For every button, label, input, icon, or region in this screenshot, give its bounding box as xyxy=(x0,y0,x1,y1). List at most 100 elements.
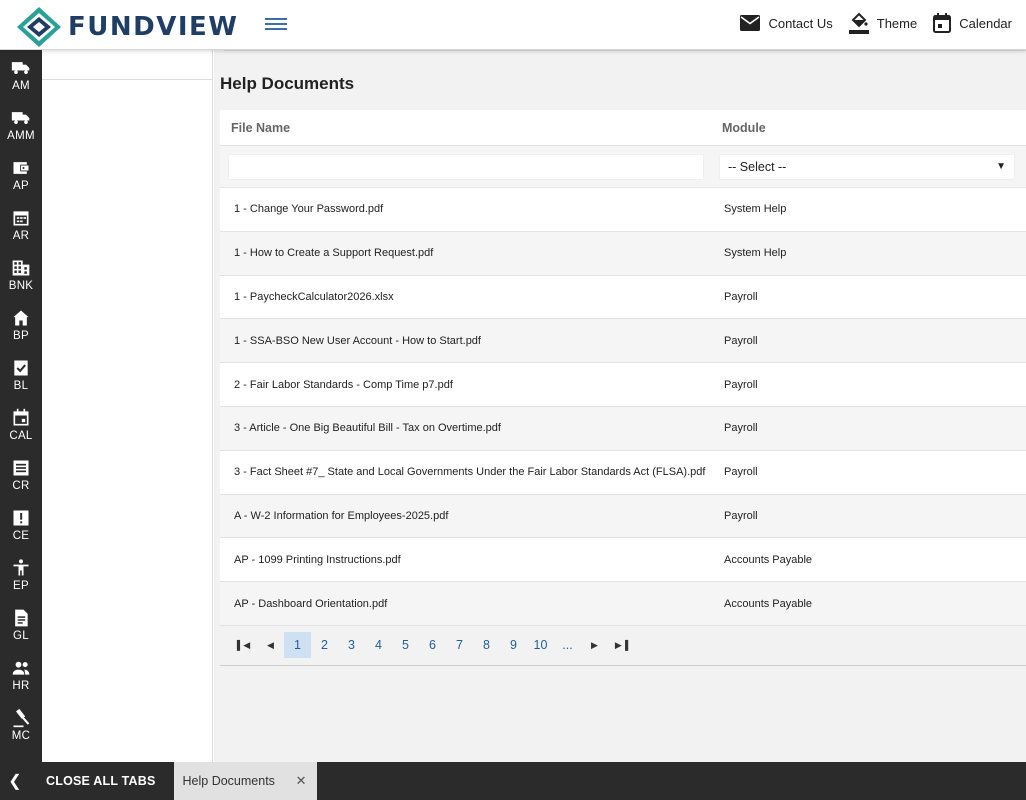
module-cell: System Help xyxy=(724,203,787,216)
page-number[interactable]: 8 xyxy=(473,632,500,658)
truck-icon xyxy=(11,112,30,124)
rail-item-ap[interactable]: AP xyxy=(0,150,42,200)
calendar-grid-icon xyxy=(13,211,29,226)
table-row[interactable]: AP - Dashboard Orientation.pdf Accounts … xyxy=(220,582,1026,626)
theme-label: Theme xyxy=(876,15,918,31)
home-icon xyxy=(13,310,29,326)
rail-item-gl[interactable]: GL xyxy=(0,600,42,650)
module-cell: Payroll xyxy=(724,509,758,522)
dropdown-caret-icon: ▼ xyxy=(996,161,1006,172)
page-number[interactable]: 9 xyxy=(500,632,527,658)
page-title: Help Documents xyxy=(220,74,355,93)
page-number[interactable]: 3 xyxy=(338,632,365,658)
help-documents-grid: File Name Module -- Select -- ▼ 1 - Chan… xyxy=(220,110,1026,666)
more-pages[interactable]: ... xyxy=(554,632,581,658)
page-number[interactable]: 4 xyxy=(365,632,392,658)
file-name-filter-input[interactable] xyxy=(228,153,704,180)
file-name-cell: 1 - How to Create a Support Request.pdf xyxy=(234,247,434,260)
page-number[interactable]: 7 xyxy=(446,632,473,658)
calendar-icon xyxy=(933,13,952,33)
file-name-cell: 3 - Fact Sheet #7_ State and Local Gover… xyxy=(234,466,706,479)
filter-row: -- Select -- ▼ xyxy=(220,146,1026,188)
rail-item-mc[interactable]: MC xyxy=(0,700,42,750)
module-cell: Payroll xyxy=(724,378,758,391)
table-row[interactable]: 1 - How to Create a Support Request.pdf … xyxy=(220,231,1026,276)
truck-icon xyxy=(11,62,30,74)
first-page-icon[interactable]: ▌◀ xyxy=(230,640,257,651)
checklist-icon xyxy=(14,360,28,376)
fundview-logo-icon xyxy=(17,7,61,47)
page-number-current[interactable]: 1 xyxy=(284,632,311,659)
rail-item-bnk[interactable]: BNK xyxy=(0,250,42,300)
module-cell: System Help xyxy=(724,247,787,260)
rail-item-bp[interactable]: BP xyxy=(0,300,42,350)
theme-link[interactable]: Theme xyxy=(848,12,918,34)
rail-item-ar[interactable]: AR xyxy=(0,200,42,250)
file-name-cell: 3 - Article - One Big Beautiful Bill - T… xyxy=(234,422,501,435)
brand-name: FUNDVIEW xyxy=(68,12,239,42)
file-name-cell: 1 - SSA-BSO New User Account - How to St… xyxy=(234,334,481,347)
file-name-cell: AP - Dashboard Orientation.pdf xyxy=(234,597,388,610)
people-icon xyxy=(12,661,30,675)
paint-bucket-icon xyxy=(848,12,869,34)
rail-item-hr[interactable]: HR xyxy=(0,650,42,700)
column-header-file-name[interactable]: File Name xyxy=(220,121,718,135)
table-row[interactable]: 2 - Fair Labor Standards - Comp Time p7.… xyxy=(220,363,1026,407)
calendar-link[interactable]: Calendar xyxy=(933,13,1012,33)
main-content: Help Documents File Name Module -- Selec… xyxy=(214,50,1026,762)
page-number[interactable]: 10 xyxy=(527,632,554,658)
module-rail: AM AMM AP AR BNK BP BL CAL CR CE EP GL H… xyxy=(0,50,42,762)
tab-help-documents[interactable]: Help Documents ✕ xyxy=(173,762,317,800)
table-row[interactable]: 3 - Article - One Big Beautiful Bill - T… xyxy=(220,406,1026,451)
rail-item-cr[interactable]: CR xyxy=(0,450,42,500)
rail-item-bl[interactable]: BL xyxy=(0,350,42,400)
calendar-label: Calendar xyxy=(959,15,1012,31)
next-page-icon[interactable]: ▶ xyxy=(581,640,608,651)
close-icon[interactable]: ✕ xyxy=(296,773,307,789)
close-all-tabs-button[interactable]: CLOSE ALL TABS xyxy=(30,774,172,788)
previous-page-icon[interactable]: ◀ xyxy=(257,640,284,651)
module-filter-select[interactable]: -- Select -- ▼ xyxy=(719,153,1015,180)
module-cell: Payroll xyxy=(724,422,758,435)
file-name-cell: 1 - PaycheckCalculator2026.xlsx xyxy=(234,290,394,303)
rail-item-ce[interactable]: CE xyxy=(0,500,42,550)
file-name-cell: 2 - Fair Labor Standards - Comp Time p7.… xyxy=(234,378,453,391)
calendar-icon xyxy=(13,408,29,426)
top-header: FUNDVIEW Contact Us Theme Calendar xyxy=(0,0,1026,50)
file-icon xyxy=(15,609,28,627)
page-number[interactable]: 5 xyxy=(392,632,419,658)
module-filter-value: -- Select -- xyxy=(728,159,787,174)
column-header-module[interactable]: Module xyxy=(718,121,1026,135)
table-row[interactable]: 3 - Fact Sheet #7_ State and Local Gover… xyxy=(220,451,1026,495)
page-number[interactable]: 2 xyxy=(311,632,338,658)
table-row[interactable]: A - W-2 Information for Employees-2025.p… xyxy=(220,494,1026,539)
rail-item-amm[interactable]: AMM xyxy=(0,100,42,150)
fundview-logo[interactable]: FUNDVIEW xyxy=(16,6,238,48)
collapse-arrow-icon[interactable]: ❮ xyxy=(0,762,30,800)
rail-item-cal[interactable]: CAL xyxy=(0,400,42,450)
module-cell: Payroll xyxy=(724,334,758,347)
pagination: ▌◀ ◀ 1 2 3 4 5 6 7 8 9 10 ... ▶ ▶▐ xyxy=(220,625,1026,666)
table-row[interactable]: 1 - PaycheckCalculator2026.xlsx Payroll xyxy=(220,276,1026,320)
grid-header: File Name Module xyxy=(220,110,1026,146)
rail-item-am[interactable]: AM xyxy=(0,50,42,100)
contact-us-link[interactable]: Contact Us xyxy=(740,15,833,31)
tree-divider xyxy=(42,79,212,80)
page-number[interactable]: 6 xyxy=(419,632,446,658)
person-icon xyxy=(13,559,29,576)
menu-toggle-button[interactable] xyxy=(265,15,287,35)
rail-item-ep[interactable]: EP xyxy=(0,550,42,600)
last-page-icon[interactable]: ▶▐ xyxy=(608,640,635,651)
file-name-cell: A - W-2 Information for Employees-2025.p… xyxy=(234,509,449,522)
table-row[interactable]: 1 - Change Your Password.pdf System Help xyxy=(220,188,1026,232)
table-row[interactable]: 1 - SSA-BSO New User Account - How to St… xyxy=(220,319,1026,364)
module-cell: Payroll xyxy=(724,290,758,303)
file-name-cell: 1 - Change Your Password.pdf xyxy=(234,203,384,216)
gavel-icon xyxy=(13,708,30,728)
bottom-tab-bar: ❮ CLOSE ALL TABS Help Documents ✕ xyxy=(0,762,1026,800)
module-cell: Payroll xyxy=(724,466,758,479)
bank-building-icon xyxy=(12,260,30,276)
table-row[interactable]: AP - 1099 Printing Instructions.pdf Acco… xyxy=(220,538,1026,583)
module-cell: Accounts Payable xyxy=(724,553,813,566)
contact-us-label: Contact Us xyxy=(768,15,833,31)
